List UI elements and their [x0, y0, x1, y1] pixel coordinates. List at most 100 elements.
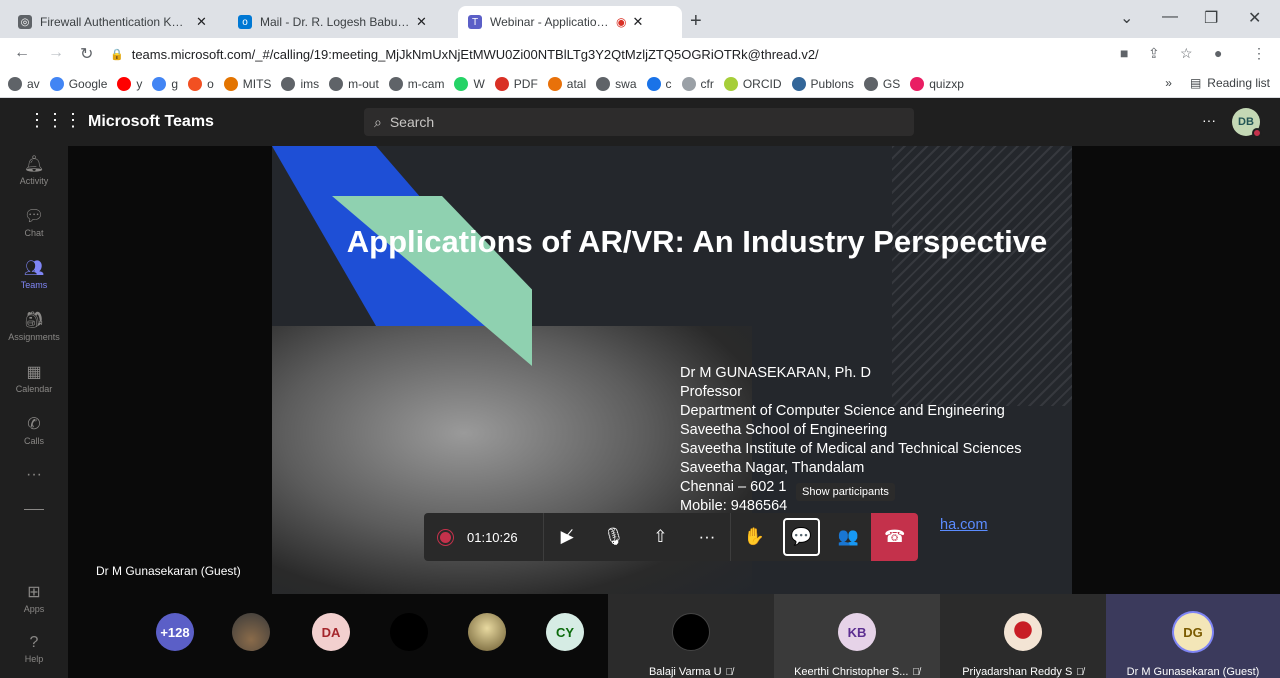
- bookmark-item[interactable]: Publons: [791, 76, 854, 91]
- participant-avatar[interactable]: [232, 613, 270, 651]
- profile-icon[interactable]: ●: [1214, 45, 1222, 61]
- bookmark-item[interactable]: ims: [281, 76, 319, 91]
- mic-off-icon: 🎙̸: [912, 667, 920, 678]
- participant-tile[interactable]: KB Keerthi Christopher S... 🎙̸: [774, 594, 940, 678]
- reading-list-button[interactable]: Reading list: [1207, 76, 1270, 90]
- tab-outlook[interactable]: o Mail - Dr. R. Logesh Babu - Outlook ✕: [228, 6, 454, 38]
- bookmark-favicon-icon: [791, 76, 806, 91]
- bookmark-star-icon[interactable]: ☆: [1180, 45, 1193, 62]
- rail-item-chat[interactable]: 💬︎ Chat: [0, 206, 68, 238]
- share-icon[interactable]: ⇪: [1148, 45, 1160, 62]
- calendar-icon: ▦: [26, 364, 42, 381]
- rail-item-help[interactable]: ? Help: [0, 634, 68, 664]
- bookmark-item[interactable]: Google: [49, 76, 107, 91]
- bookmark-item[interactable]: av: [8, 76, 40, 91]
- rail-item-calls[interactable]: ✆ Calls: [0, 414, 68, 446]
- participants-icon: 👥: [837, 527, 859, 546]
- more-actions-button[interactable]: ···: [684, 513, 731, 561]
- leave-call-button[interactable]: ☎: [871, 513, 918, 561]
- camera-off-button[interactable]: ▶̸: [544, 513, 591, 561]
- participant-tile[interactable]: Priyadarshan Reddy S 🎙̸: [940, 594, 1106, 678]
- bookmark-favicon-icon: [152, 76, 167, 91]
- close-window-button[interactable]: ✕: [1248, 8, 1261, 28]
- participant-avatar[interactable]: DA: [312, 613, 350, 651]
- app-launcher-icon[interactable]: ⋮⋮⋮: [28, 110, 82, 131]
- left-rail: 🔔︎ Activity 💬︎ Chat 👥︎ Teams 🎒︎ Assignments ▦ Cal…: [0, 146, 68, 678]
- app-title: Microsoft Teams: [88, 113, 214, 130]
- search-input[interactable]: ⌕ Search: [364, 108, 914, 136]
- address-bar[interactable]: 🔒 teams.microsoft.com/_#/calling/19:meet…: [110, 41, 1080, 67]
- tab-webinar[interactable]: T Webinar - Applications of AR/VR ◉ ✕: [458, 6, 682, 38]
- tab-firewall[interactable]: ◎ Firewall Authentication Keepalive ✕: [8, 6, 226, 38]
- bookmark-item[interactable]: o: [188, 76, 214, 91]
- bookmark-item[interactable]: g: [152, 76, 178, 91]
- backpack-icon: 🎒︎: [23, 312, 45, 329]
- bookmark-item[interactable]: ORCID: [723, 76, 782, 91]
- bookmark-item[interactable]: y: [117, 76, 142, 91]
- rail-item-calendar[interactable]: ▦ Calendar: [0, 362, 68, 394]
- restore-button[interactable]: ❐: [1204, 8, 1218, 28]
- participant-avatar: [1004, 613, 1042, 651]
- menu-icon[interactable]: ⋮: [1252, 45, 1266, 62]
- forward-button[interactable]: →: [48, 44, 64, 62]
- bookmark-favicon-icon: [681, 76, 696, 91]
- back-button[interactable]: ←: [14, 44, 30, 62]
- bookmarks-bar: av Google y g o MITS ims m-out m-cam W PDF atal swa c…: [0, 70, 1280, 98]
- overflow-count[interactable]: +128: [156, 613, 194, 651]
- bookmark-item[interactable]: m-out: [329, 76, 379, 91]
- bookmark-favicon-icon: [723, 76, 738, 91]
- minimize-button[interactable]: —: [1162, 8, 1178, 26]
- bookmark-favicon-icon: [863, 76, 878, 91]
- rail-item-assignments[interactable]: 🎒︎ Assignments: [0, 310, 68, 342]
- participant-tile[interactable]: DG Dr M Gunasekaran (Guest): [1106, 594, 1280, 678]
- mic-button[interactable]: 🎙: [590, 513, 637, 561]
- close-icon[interactable]: ✕: [632, 14, 643, 30]
- participant-avatar[interactable]: [390, 613, 428, 651]
- participant-tile[interactable]: Balaji Varma U 🎙̸: [608, 594, 774, 678]
- bookmark-item[interactable]: swa: [596, 76, 637, 91]
- participant-avatar[interactable]: CY: [546, 613, 584, 651]
- slide-title: Applications of AR/VR: An Industry Persp…: [346, 224, 1048, 259]
- camera-icon[interactable]: ■: [1120, 45, 1128, 61]
- reload-button[interactable]: ↻: [80, 44, 93, 64]
- recording-timer: 01:10:26: [424, 530, 543, 545]
- show-conversation-button[interactable]: 💬: [782, 518, 820, 556]
- participant-avatar: [672, 613, 710, 651]
- rail-item-teams[interactable]: 👥︎ Teams: [0, 258, 68, 290]
- bell-icon: 🔔︎: [23, 156, 45, 173]
- bookmarks-overflow-button[interactable]: »: [1165, 76, 1172, 90]
- bookmark-favicon-icon: [547, 76, 562, 91]
- bookmark-item[interactable]: PDF: [494, 76, 538, 91]
- participant-avatar[interactable]: [468, 613, 506, 651]
- browser-tabstrip: ◎ Firewall Authentication Keepalive ✕ o …: [0, 0, 1280, 38]
- bookmark-item[interactable]: GS: [863, 76, 900, 91]
- rail-item-activity[interactable]: 🔔︎ Activity: [0, 154, 68, 186]
- user-avatar[interactable]: DB: [1232, 108, 1262, 138]
- raise-hand-button[interactable]: ✋: [731, 513, 778, 561]
- bookmark-favicon-icon: [8, 76, 22, 91]
- bookmark-item[interactable]: MITS: [223, 76, 271, 91]
- bookmark-item[interactable]: m-cam: [388, 76, 444, 91]
- teams-icon: 👥︎: [23, 260, 45, 277]
- new-tab-button[interactable]: +: [690, 10, 702, 33]
- tab-search-icon[interactable]: ⌄: [1120, 8, 1133, 28]
- more-options-icon[interactable]: ···: [1202, 112, 1216, 128]
- bookmark-item[interactable]: W: [454, 76, 485, 91]
- close-icon[interactable]: ✕: [416, 14, 427, 30]
- bookmark-item[interactable]: quizxp: [910, 76, 964, 91]
- bookmark-favicon-icon: [49, 76, 64, 91]
- camera-off-icon: ▶̸: [560, 527, 574, 546]
- rail-item-apps[interactable]: ⊞ Apps: [0, 582, 68, 614]
- close-icon[interactable]: ✕: [196, 14, 207, 30]
- participants-tooltip: Show participants: [796, 483, 895, 501]
- bookmark-item[interactable]: atal: [547, 76, 586, 91]
- bookmark-item[interactable]: c: [646, 76, 672, 91]
- status-dot: [1252, 128, 1262, 138]
- rail-item-[interactable]: ···: [0, 466, 68, 486]
- bookmark-item[interactable]: cfr: [681, 76, 714, 91]
- share-screen-button[interactable]: ⇧: [637, 513, 684, 561]
- help-icon: ?: [29, 634, 39, 651]
- bookmarks-right: » ▤ Reading list: [1165, 76, 1270, 90]
- show-participants-button[interactable]: 👥: [825, 513, 872, 561]
- hand-icon: ✋: [743, 527, 766, 546]
